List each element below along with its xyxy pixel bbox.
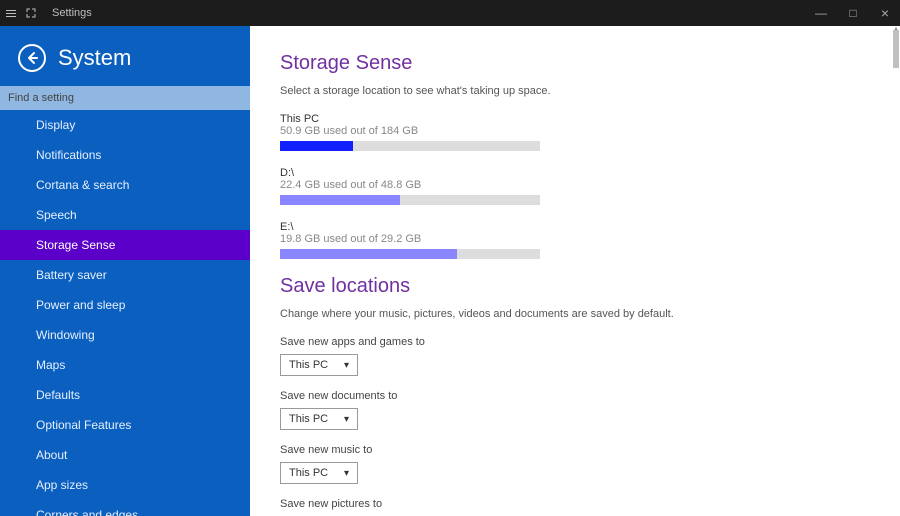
save-location-dropdown[interactable]: This PC ▾ [280,462,358,484]
search-input[interactable] [0,86,250,110]
storage-help-text: Select a storage location to see what's … [280,85,900,97]
save-location-row: Save new apps and games to This PC ▾ [280,336,900,376]
drive-name: D:\ [280,167,900,179]
sidebar-item-maps[interactable]: Maps [0,350,250,380]
back-button[interactable] [18,44,46,72]
sidebar-item-optional-features[interactable]: Optional Features [0,410,250,440]
storage-sense-heading: Storage Sense [280,52,900,75]
save-location-dropdown[interactable]: This PC ▾ [280,354,358,376]
sidebar-nav: DisplayNotificationsCortana & searchSpee… [0,110,250,516]
drive-usage-bar [280,195,540,205]
drive-usage-text: 50.9 GB used out of 184 GB [280,125,900,137]
sidebar-item-defaults[interactable]: Defaults [0,380,250,410]
sidebar-item-about[interactable]: About [0,440,250,470]
sidebar-item-windowing[interactable]: Windowing [0,320,250,350]
drive-usage-text: 22.4 GB used out of 48.8 GB [280,179,900,191]
sidebar-item-cortana-search[interactable]: Cortana & search [0,170,250,200]
drive-row[interactable]: D:\22.4 GB used out of 48.8 GB [280,167,900,205]
minimize-icon[interactable]: — [814,6,828,20]
save-location-label: Save new pictures to [280,498,900,510]
dropdown-value: This PC [289,359,328,371]
sidebar-item-display[interactable]: Display [0,110,250,140]
save-location-label: Save new music to [280,444,900,456]
chevron-down-icon: ▾ [344,468,349,479]
drive-usage-bar [280,249,540,259]
dropdown-value: This PC [289,467,328,479]
save-location-row: Save new pictures toThis PC▾ [280,498,900,516]
save-locations-help-text: Change where your music, pictures, video… [280,308,900,320]
sidebar-title: System [58,45,131,71]
save-location-dropdown[interactable]: This PC ▾ [280,408,358,430]
sidebar-item-corners-and-edges[interactable]: Corners and edges [0,500,250,516]
close-icon[interactable]: × [878,5,892,21]
sidebar-item-speech[interactable]: Speech [0,200,250,230]
sidebar-item-battery-saver[interactable]: Battery saver [0,260,250,290]
drive-usage-text: 19.8 GB used out of 29.2 GB [280,233,900,245]
arrow-left-icon [25,51,39,65]
sidebar: System DisplayNotificationsCortana & sea… [0,26,250,516]
window-title: Settings [52,7,92,19]
content-pane: Storage Sense Select a storage location … [250,26,900,516]
dropdown-value: This PC [289,413,328,425]
sidebar-item-storage-sense[interactable]: Storage Sense [0,230,250,260]
drive-usage-bar [280,141,540,151]
chevron-down-icon: ▾ [344,360,349,371]
sidebar-item-app-sizes[interactable]: App sizes [0,470,250,500]
scrollbar[interactable]: ▴ [888,26,900,516]
save-location-row: Save new music to This PC ▾ [280,444,900,484]
hamburger-icon[interactable] [6,10,16,17]
drive-name: This PC [280,113,900,125]
drive-name: E:\ [280,221,900,233]
drive-row[interactable]: E:\19.8 GB used out of 29.2 GB [280,221,900,259]
titlebar: Settings — □ × [0,0,900,26]
save-locations-heading: Save locations [280,275,900,298]
chevron-down-icon: ▾ [344,414,349,425]
save-location-row: Save new documents to This PC ▾ [280,390,900,430]
sidebar-item-power-and-sleep[interactable]: Power and sleep [0,290,250,320]
maximize-icon[interactable]: □ [846,6,860,20]
expand-icon[interactable] [26,8,36,18]
sidebar-item-notifications[interactable]: Notifications [0,140,250,170]
save-location-label: Save new documents to [280,390,900,402]
save-location-label: Save new apps and games to [280,336,900,348]
scrollbar-thumb[interactable] [893,30,899,68]
drive-row[interactable]: This PC50.9 GB used out of 184 GB [280,113,900,151]
